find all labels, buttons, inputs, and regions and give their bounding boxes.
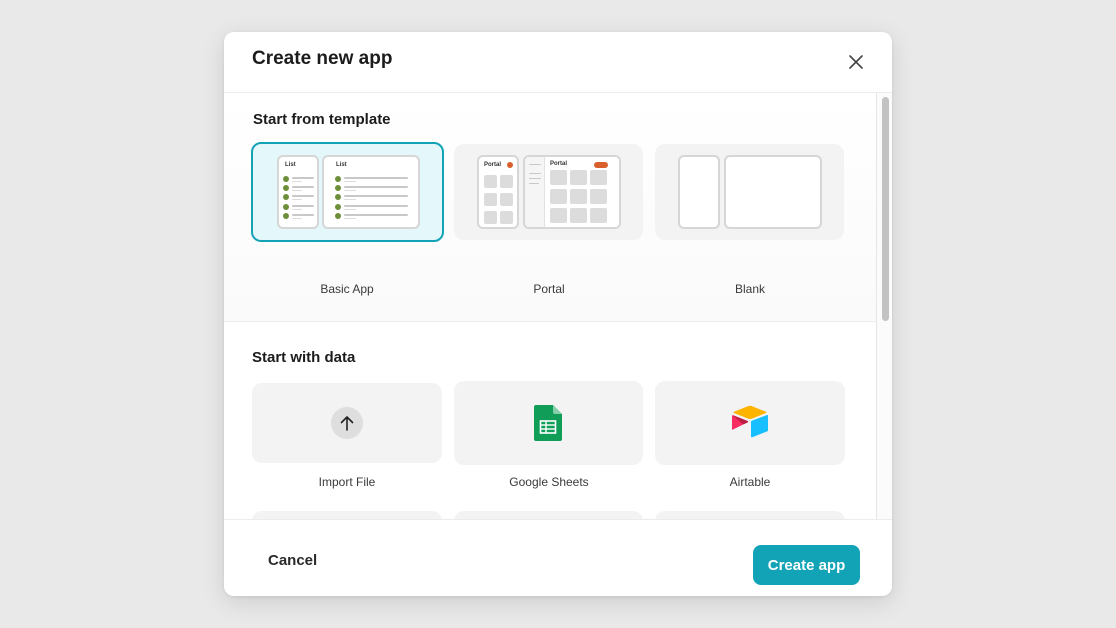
scrollbar[interactable] [876, 93, 892, 519]
scrollbar-thumb[interactable] [882, 97, 889, 321]
close-button[interactable] [844, 50, 868, 74]
modal-body[interactable]: Start from template List List Basic App … [224, 93, 892, 519]
template-section-title: Start from template [253, 111, 391, 128]
mock-list-title: List [336, 162, 347, 168]
create-app-button[interactable]: Create app [753, 545, 860, 585]
modal-title: Create new app [252, 48, 393, 69]
template-label-blank: Blank [734, 282, 766, 296]
mock-list-title: List [285, 162, 296, 168]
data-card-postgresql[interactable] [655, 511, 845, 519]
create-app-modal: Create new app Start from template List [224, 32, 892, 596]
data-card-database[interactable] [454, 511, 643, 519]
airtable-icon [732, 405, 768, 438]
data-label-airtable: Airtable [729, 475, 771, 489]
mock-portal-title: Portal [484, 162, 502, 168]
data-card-google-sheets[interactable] [454, 381, 643, 465]
template-card-portal[interactable]: Portal Portal [454, 144, 643, 240]
close-icon [849, 55, 863, 69]
modal-header: Create new app [224, 32, 892, 93]
data-card-excel[interactable] [252, 511, 442, 519]
blank-mobile-preview [678, 155, 720, 229]
template-label-basic-app: Basic App [320, 282, 374, 296]
data-card-import-file[interactable] [252, 383, 442, 463]
data-section-title: Start with data [252, 349, 356, 366]
template-section: Start from template List List Basic App … [224, 93, 876, 322]
template-card-blank[interactable] [655, 144, 844, 240]
data-card-airtable[interactable] [655, 381, 845, 465]
cancel-button[interactable]: Cancel [252, 548, 333, 572]
basic-app-desktop-preview: List [322, 155, 420, 229]
portal-mobile-preview: Portal [477, 155, 519, 229]
template-label-portal: Portal [533, 282, 565, 296]
mock-portal-title: Portal [550, 161, 568, 167]
blank-desktop-preview [724, 155, 822, 229]
template-card-basic-app[interactable]: List List [251, 142, 444, 242]
data-label-google-sheets: Google Sheets [509, 475, 589, 489]
basic-app-mobile-preview: List [277, 155, 319, 229]
modal-footer: Cancel Create app [224, 519, 892, 596]
portal-desktop-preview: Portal [523, 155, 621, 229]
upload-icon [331, 407, 363, 439]
google-sheets-icon [534, 405, 562, 441]
data-label-import-file: Import File [318, 475, 376, 489]
